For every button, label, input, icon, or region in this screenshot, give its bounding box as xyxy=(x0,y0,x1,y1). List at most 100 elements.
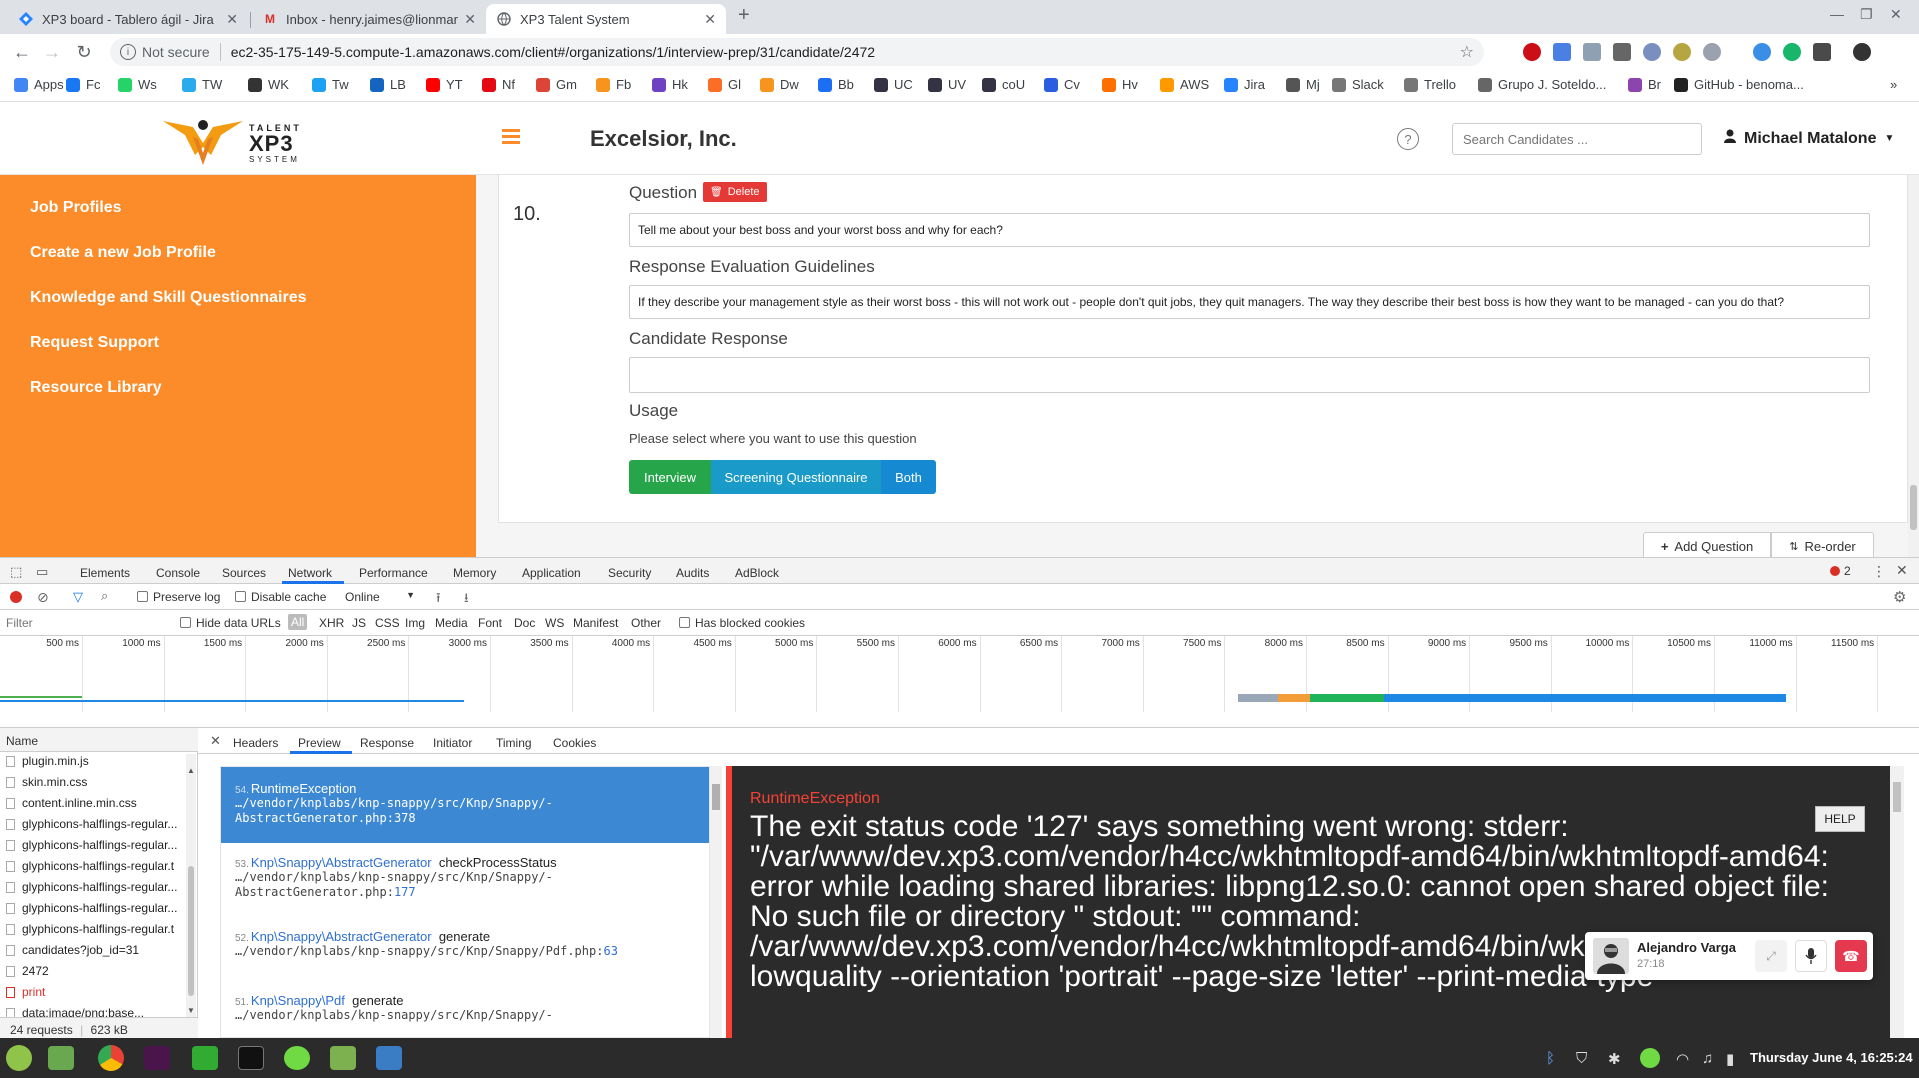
close-window-icon[interactable]: ✕ xyxy=(1890,6,1902,23)
request-row[interactable]: content.inline.min.css xyxy=(6,796,186,810)
bookmark-item[interactable]: UC xyxy=(874,77,913,92)
forward-icon[interactable]: → xyxy=(40,40,64,64)
expand-icon[interactable]: ⤢ xyxy=(1755,940,1787,972)
devtools-tab-elements[interactable]: Elements xyxy=(80,566,130,580)
browser-tab-xp3[interactable]: XP3 Talent System ✕ xyxy=(486,4,726,34)
chrome-icon[interactable] xyxy=(98,1045,124,1071)
help-icon[interactable]: ? xyxy=(1397,128,1419,150)
url-text[interactable]: ec2-35-175-149-5.compute-1.amazonaws.com… xyxy=(231,44,875,60)
bookmark-item[interactable]: Bb xyxy=(818,77,854,92)
bookmark-item[interactable]: Trello xyxy=(1404,77,1456,92)
filter-type-img[interactable]: Img xyxy=(405,616,425,630)
bookmark-item[interactable]: Fc xyxy=(66,77,100,92)
extension-icon[interactable] xyxy=(1673,43,1691,61)
exception-scrollbar[interactable] xyxy=(1890,766,1904,1038)
slack-icon[interactable] xyxy=(144,1046,170,1070)
request-list-scrollbar[interactable]: ▲ ▼ xyxy=(186,754,196,1018)
detail-tab-cookies[interactable]: Cookies xyxy=(553,736,596,750)
request-row[interactable]: glyphicons-halflings-regular... xyxy=(6,901,186,915)
frames-scrollbar[interactable] xyxy=(710,766,722,1038)
extension-icon[interactable] xyxy=(1753,43,1771,61)
close-detail-icon[interactable]: ✕ xyxy=(210,733,221,749)
user-menu[interactable]: Michael Matalone ▼ xyxy=(1724,129,1894,148)
filter-input[interactable] xyxy=(2,613,164,633)
devtools-tab-audits[interactable]: Audits xyxy=(676,566,709,580)
devtools-tab-console[interactable]: Console xyxy=(156,566,200,580)
request-row[interactable]: glyphicons-halflings-regular... xyxy=(6,838,186,852)
help-button[interactable]: HELP xyxy=(1815,806,1865,832)
bookmark-item[interactable]: Mj xyxy=(1286,77,1320,92)
detail-tab-initiator[interactable]: Initiator xyxy=(433,736,472,750)
request-row[interactable]: glyphicons-halflings-regular.t xyxy=(6,859,186,873)
reload-icon[interactable]: ↻ xyxy=(72,40,96,64)
folder-icon[interactable] xyxy=(330,1046,356,1070)
shield-icon[interactable]: ⛉ xyxy=(1576,1050,1587,1067)
slack-tray-icon[interactable]: ✱ xyxy=(1608,1050,1621,1068)
atom-icon[interactable] xyxy=(192,1046,218,1070)
profile-avatar[interactable] xyxy=(1853,43,1871,61)
upwork-icon[interactable] xyxy=(284,1046,310,1070)
hide-data-urls-checkbox[interactable]: Hide data URLs xyxy=(180,616,281,630)
devtools-tab-sources[interactable]: Sources xyxy=(222,566,266,580)
request-row[interactable]: glyphicons-halflings-regular.t xyxy=(6,922,186,936)
record-icon[interactable] xyxy=(10,591,22,603)
bookmark-item[interactable]: coU xyxy=(982,77,1025,92)
screenshot-icon[interactable] xyxy=(376,1046,402,1070)
filter-type-media[interactable]: Media xyxy=(435,616,468,630)
network-settings-icon[interactable]: ⚙ xyxy=(1893,588,1906,606)
filter-type-xhr[interactable]: XHR xyxy=(319,616,344,630)
search-candidates-input[interactable] xyxy=(1452,123,1702,155)
filter-type-js[interactable]: JS xyxy=(352,616,366,630)
bookmark-item[interactable]: LB xyxy=(370,77,406,92)
hamburger-menu-icon[interactable] xyxy=(502,129,520,144)
bookmark-item[interactable]: Ws xyxy=(118,77,157,92)
info-icon[interactable]: i xyxy=(120,44,136,60)
translate-extension-icon[interactable] xyxy=(1553,43,1571,61)
add-question-button[interactable]: + Add Question xyxy=(1643,532,1771,560)
network-overview[interactable]: 500 ms 1000 ms 1500 ms 2000 ms 2500 ms 3000 m… xyxy=(0,636,1919,728)
clear-icon[interactable]: ⊘ xyxy=(37,589,49,606)
detail-tab-timing[interactable]: Timing xyxy=(496,736,532,750)
new-tab-icon[interactable]: + xyxy=(738,4,750,27)
bookmark-item[interactable]: Jira xyxy=(1224,77,1265,92)
hang-up-icon[interactable]: ☎ xyxy=(1835,940,1867,972)
extension-icon[interactable] xyxy=(1613,43,1631,61)
detail-tab-response[interactable]: Response xyxy=(360,736,414,750)
request-row[interactable]: plugin.min.js xyxy=(6,754,186,768)
devtools-tab-performance[interactable]: Performance xyxy=(359,566,428,580)
guidelines-field[interactable]: If they describe your management style a… xyxy=(629,285,1870,319)
request-row[interactable]: glyphicons-halflings-regular... xyxy=(6,880,186,894)
music-icon[interactable]: ♫ xyxy=(1702,1050,1713,1067)
microphone-icon[interactable] xyxy=(1795,940,1827,972)
files-icon[interactable] xyxy=(48,1046,74,1070)
sidebar-item-questionnaires[interactable]: Knowledge and Skill Questionnaires xyxy=(30,289,307,307)
stack-frame-54[interactable]: 54. RuntimeException …/vendor/knplabs/knp… xyxy=(221,767,709,843)
minimize-icon[interactable]: — xyxy=(1830,6,1844,22)
devtools-tab-network[interactable]: Network xyxy=(288,566,332,580)
browser-tab-jira[interactable]: XP3 board - Tablero ágil - Jira ✕ xyxy=(8,4,248,34)
name-column-header[interactable]: Name xyxy=(0,728,198,752)
request-row[interactable]: print xyxy=(6,985,186,999)
bookmark-item[interactable]: YT xyxy=(426,77,463,92)
request-row[interactable]: candidates?job_id=31 xyxy=(6,943,186,957)
sidebar-item-resource-library[interactable]: Resource Library xyxy=(30,379,162,397)
terminal-icon[interactable] xyxy=(238,1046,264,1070)
device-toggle-icon[interactable]: ▭ xyxy=(36,564,48,580)
devtools-tab-application[interactable]: Application xyxy=(522,566,581,580)
address-bar[interactable]: i Not secure ec2-35-175-149-5.compute-1.… xyxy=(110,38,1484,66)
bookmark-item[interactable]: Gm xyxy=(536,77,577,92)
filter-type-css[interactable]: CSS xyxy=(375,616,400,630)
close-tab-icon[interactable]: ✕ xyxy=(464,11,476,28)
filter-type-doc[interactable]: Doc xyxy=(514,616,535,630)
clock[interactable]: Thursday June 4, 16:25:24 xyxy=(1750,1050,1913,1065)
filter-type-all[interactable]: All xyxy=(288,614,308,630)
browser-tab-gmail[interactable]: M Inbox - henry.jaimes@lionman... ✕ xyxy=(252,4,486,34)
wifi-icon[interactable]: ◠ xyxy=(1676,1050,1689,1068)
close-tab-icon[interactable]: ✕ xyxy=(704,11,716,28)
detail-tab-preview[interactable]: Preview xyxy=(298,736,341,750)
detail-tab-headers[interactable]: Headers xyxy=(233,736,278,750)
filter-icon[interactable]: ▽ xyxy=(73,589,83,605)
bookmark-item[interactable]: Gl xyxy=(708,77,741,92)
opera-extension-icon[interactable] xyxy=(1523,43,1541,61)
usage-screening-button[interactable]: Screening Questionnaire xyxy=(711,460,881,494)
